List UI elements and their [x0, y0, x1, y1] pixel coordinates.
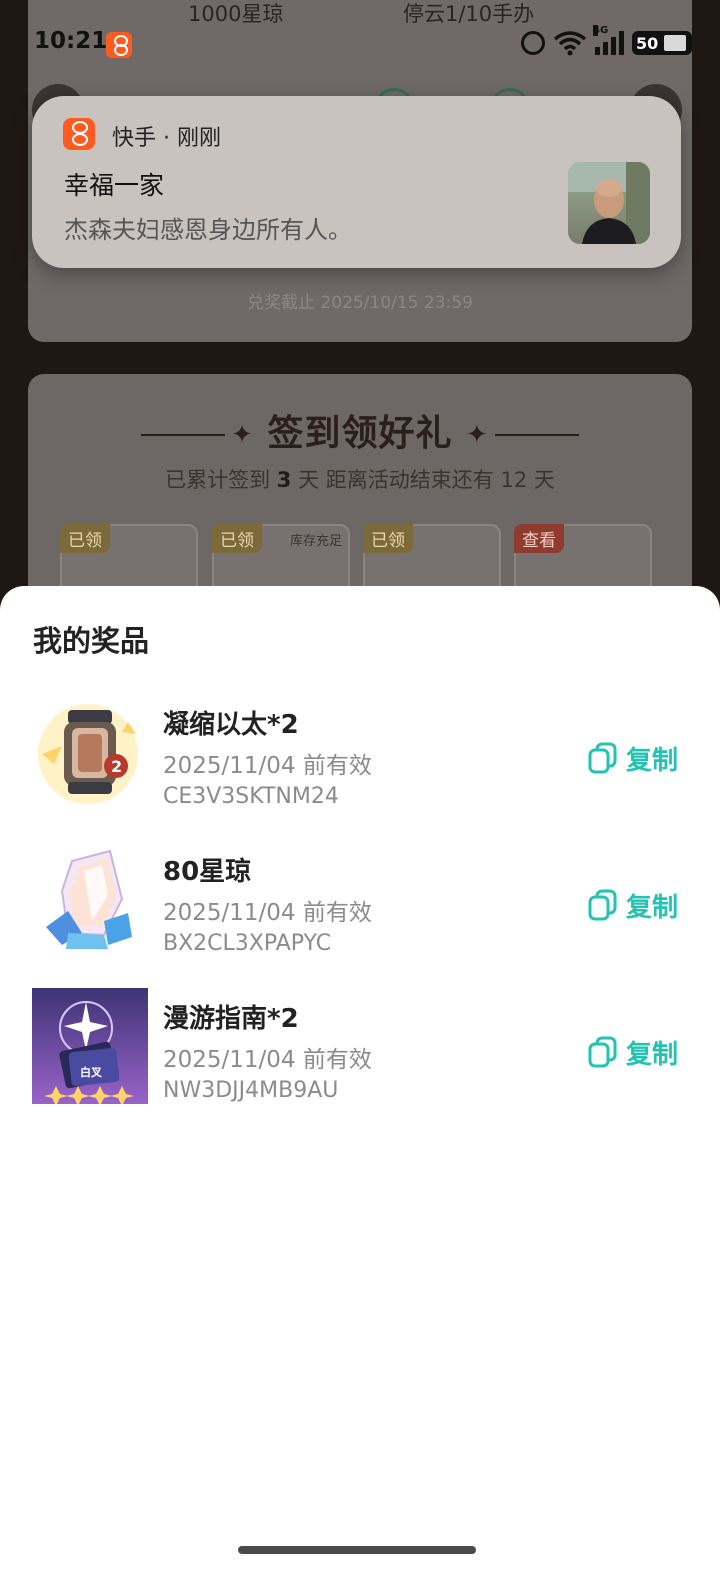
prize-expiry: 2025/11/04 前有效 [163, 753, 372, 779]
prize-code: NW3DJJ4MB9AU [163, 1078, 339, 1103]
my-prizes-sheet: 我的奖品 2 凝缩以太*2 2025/11/04 前有效 CE3V3SKTNM2… [0, 586, 720, 1584]
signin-card: ✦ 签到领好礼 ✦ 已累计签到 3 天 距离活动结束还有 12 天 已领 已领 … [28, 374, 692, 614]
copy-button[interactable]: 复制 [588, 740, 678, 776]
home-indicator[interactable] [238, 1546, 476, 1554]
signed-days: 3 [276, 468, 292, 492]
prize-code: BX2CL3XPAPYC [163, 931, 332, 956]
prize-name: 凝缩以太*2 [163, 710, 299, 740]
svg-text:白叉: 白叉 [80, 1065, 103, 1079]
kuaishou-app-icon [63, 118, 95, 150]
signin-prefix: 已累计签到 [165, 468, 271, 492]
prize-code: CE3V3SKTNM24 [163, 784, 339, 809]
signin-suffix: 天 [533, 468, 555, 492]
copy-label: 复制 [626, 745, 679, 776]
prize-item: 80星琼 2025/11/04 前有效 BX2CL3XPAPYC 复制 [0, 841, 720, 961]
reward-tag: 已领 [212, 524, 262, 553]
notification-body: 杰森夫妇感恩身边所有人。 [64, 216, 352, 244]
sparkle-icon: ✦ [231, 420, 254, 450]
alarm-icon [521, 31, 545, 55]
kuaishou-icon [106, 32, 132, 58]
prize-item: 2 凝缩以太*2 2025/11/04 前有效 CE3V3SKTNM24 复制 [0, 694, 720, 814]
battery-level: 50 [636, 33, 659, 53]
divider-right [494, 434, 579, 436]
wifi-icon [553, 30, 587, 56]
prize-expiry: 2025/11/04 前有效 [163, 900, 372, 926]
stellar-jade-icon [32, 841, 148, 957]
prize-expiry: 2025/11/04 前有效 [163, 1047, 372, 1073]
signin-title: ✦ 签到领好礼 ✦ [28, 404, 692, 456]
redeem-deadline: 兑奖截止 2025/10/15 23:59 [247, 293, 473, 313]
copy-icon [588, 1036, 617, 1068]
copy-label: 复制 [626, 1039, 679, 1070]
reward-tag: 已领 [60, 524, 110, 553]
notification-banner[interactable]: 快手 · 刚刚 幸福一家 杰森夫妇感恩身边所有人。 [32, 96, 681, 268]
copy-icon [588, 742, 617, 774]
sheet-title: 我的奖品 [33, 624, 150, 658]
svg-text:2: 2 [111, 757, 122, 776]
cellular-signal-icon: 4G [593, 25, 624, 55]
prize-item: 白叉 漫游指南*2 2025/11/04 前有效 NW3DJJ4MB9AU 复制 [0, 988, 720, 1108]
condensed-aether-icon: 2 [32, 694, 148, 810]
prize-name: 80星琼 [163, 857, 252, 887]
battery-icon: 50 [632, 31, 692, 55]
notification-app-name: 快手 · 刚刚 [112, 126, 221, 151]
status-icons: 4G 50 [521, 25, 692, 58]
clock: 10:21 [34, 28, 108, 54]
copy-button[interactable]: 复制 [588, 887, 678, 923]
copy-button[interactable]: 复制 [588, 1034, 678, 1070]
signin-mid: 天 距离活动结束还有 [298, 468, 494, 492]
divider-left [141, 434, 226, 436]
signin-progress: 已累计签到 3 天 距离活动结束还有 12 天 [28, 464, 692, 494]
notification-thumbnail [568, 162, 650, 244]
battery-fill [664, 35, 686, 51]
network-type: 4G [593, 25, 609, 36]
sparkle-icon: ✦ [466, 420, 489, 450]
reward-tag: 查看 [514, 524, 564, 553]
reward-tag: 已领 [363, 524, 413, 553]
stock-label: 库存充足 [289, 534, 342, 549]
copy-label: 复制 [626, 892, 679, 923]
travel-guide-icon: 白叉 [32, 988, 148, 1106]
copy-icon [588, 889, 617, 921]
notification-title: 幸福一家 [64, 171, 165, 200]
remaining-days: 12 [500, 468, 528, 492]
status-bar: 10:21 4G 50 [0, 22, 720, 66]
signin-title-text: 签到领好礼 [267, 413, 453, 454]
prize-name: 漫游指南*2 [163, 1004, 299, 1034]
